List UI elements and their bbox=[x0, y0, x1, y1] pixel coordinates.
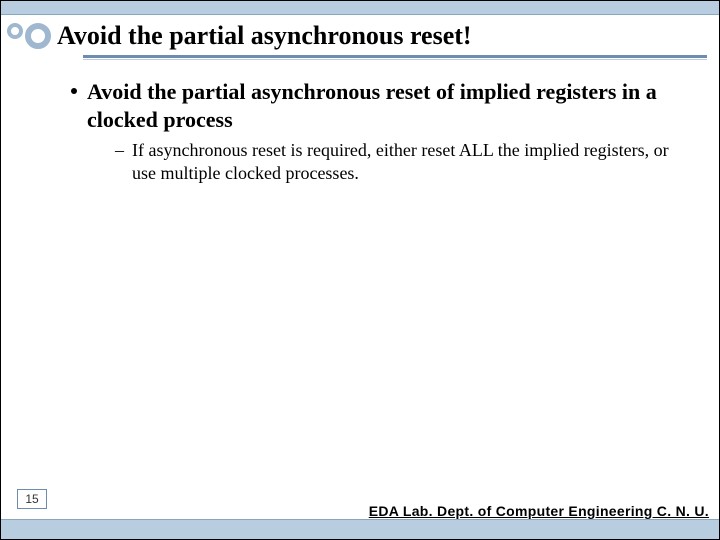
slide: Avoid the partial asynchronous reset! Av… bbox=[0, 0, 720, 540]
bullet-body: Avoid the partial asynchronous reset of … bbox=[87, 78, 679, 186]
bullet-dot-icon bbox=[71, 88, 77, 94]
bottom-accent-bar bbox=[1, 519, 719, 539]
page-number: 15 bbox=[17, 489, 47, 509]
content-area: Avoid the partial asynchronous reset of … bbox=[1, 60, 719, 186]
slide-title: Avoid the partial asynchronous reset! bbox=[57, 21, 709, 53]
circle-large-icon bbox=[25, 23, 51, 49]
circle-small-icon bbox=[7, 23, 23, 39]
decorative-circles bbox=[7, 23, 51, 53]
top-accent-bar bbox=[1, 1, 719, 15]
title-underline bbox=[83, 55, 707, 58]
sub-bullet-item: – If asynchronous reset is required, eit… bbox=[115, 139, 679, 186]
dash-icon: – bbox=[115, 139, 124, 162]
sub-bullet-text: If asynchronous reset is required, eithe… bbox=[132, 139, 679, 186]
bullet-text: Avoid the partial asynchronous reset of … bbox=[87, 78, 679, 133]
bullet-item: Avoid the partial asynchronous reset of … bbox=[71, 78, 679, 186]
title-row: Avoid the partial asynchronous reset! bbox=[1, 15, 719, 53]
footer-text: EDA Lab. Dept. of Computer Engineering C… bbox=[369, 503, 709, 519]
